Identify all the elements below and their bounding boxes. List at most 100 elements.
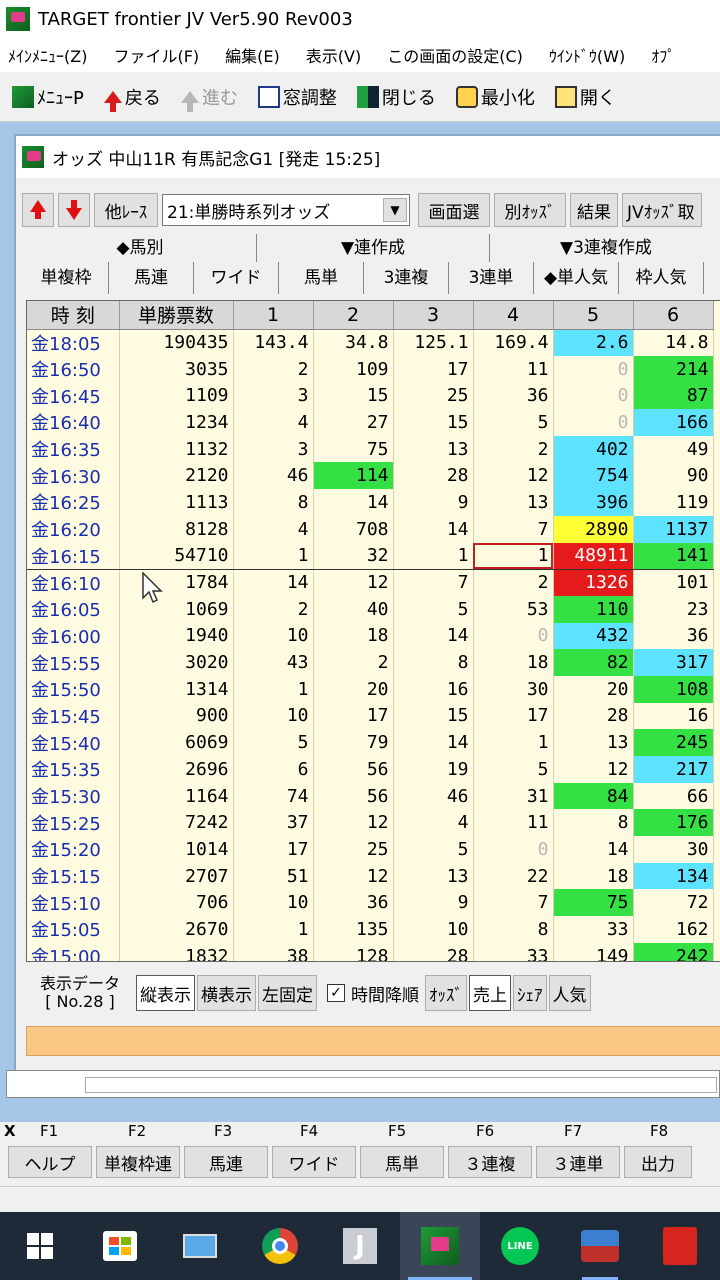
odds-cell[interactable]: 5 xyxy=(233,729,314,756)
odds-cell[interactable]: 169.4 xyxy=(473,329,554,356)
odds-cell[interactable]: 1 xyxy=(233,542,314,570)
odds-cell[interactable]: 51 xyxy=(233,862,314,890)
table-row[interactable]: 金16:00 1940 10 18 14 0 432 36 xyxy=(27,622,714,650)
odds-cell[interactable]: 1 xyxy=(473,542,554,570)
votes-cell[interactable]: 1132 xyxy=(119,435,234,463)
odds-cell[interactable]: 17 xyxy=(233,836,314,863)
start-button[interactable] xyxy=(0,1212,80,1280)
fkey-tanpuku-button[interactable]: 単複枠連 xyxy=(96,1146,180,1178)
votes-cell[interactable]: 1069 xyxy=(119,595,234,623)
column-header[interactable]: 3 xyxy=(393,301,474,330)
odds-cell[interactable]: 4 xyxy=(393,809,474,837)
votes-cell[interactable]: 3035 xyxy=(119,355,234,383)
odds-cell[interactable]: 432 xyxy=(553,622,634,650)
menu-view[interactable]: 表示(V) xyxy=(306,43,361,67)
odds-cell[interactable]: 101 xyxy=(633,569,714,596)
column-header[interactable]: 6 xyxy=(633,301,714,330)
votes-cell[interactable]: 1234 xyxy=(119,409,234,436)
taskbar-pdf[interactable] xyxy=(640,1212,720,1280)
taskbar-pilot[interactable] xyxy=(560,1212,640,1280)
table-row[interactable]: 金16:20 8128 4 708 14 7 2890 1137 xyxy=(27,515,714,543)
odds-cell[interactable]: 75 xyxy=(313,435,394,463)
column-header[interactable]: 単勝票数 xyxy=(119,301,234,330)
odds-cell[interactable]: 28 xyxy=(393,462,474,490)
fkey-umaren-button[interactable]: 馬連 xyxy=(184,1146,268,1178)
window-adjust-button[interactable]: 窓調整 xyxy=(257,84,337,110)
votes-cell[interactable]: 190435 xyxy=(119,329,234,356)
odds-cell[interactable]: 4 xyxy=(233,409,314,436)
odds-cell[interactable]: 4 xyxy=(233,515,314,543)
votes-cell[interactable]: 1784 xyxy=(119,569,234,596)
odds-cell[interactable]: 125.1 xyxy=(393,329,474,356)
odds-type-select[interactable]: 21:単勝時系列オッズ ▼ xyxy=(162,194,410,226)
group-by-horse[interactable]: ◆馬別 xyxy=(24,234,257,262)
odds-cell[interactable]: 16 xyxy=(393,675,474,703)
odds-cell[interactable]: 8 xyxy=(553,809,634,837)
prev-race-button[interactable] xyxy=(22,193,54,227)
odds-cell[interactable]: 402 xyxy=(553,435,634,463)
odds-cell[interactable]: 2890 xyxy=(553,515,634,543)
votes-cell[interactable]: 1940 xyxy=(119,622,234,650)
odds-cell[interactable]: 13 xyxy=(393,862,474,890)
odds-cell[interactable]: 14 xyxy=(393,622,474,650)
taskbar-store[interactable] xyxy=(80,1212,160,1280)
votes-cell[interactable]: 1014 xyxy=(119,836,234,863)
odds-cell[interactable]: 16 xyxy=(633,702,714,730)
odds-cell[interactable]: 10 xyxy=(233,702,314,730)
odds-cell[interactable]: 14.8 xyxy=(633,329,714,356)
odds-cell[interactable]: 245 xyxy=(633,729,714,756)
table-row[interactable]: 金15:45 900 10 17 15 17 28 16 xyxy=(27,702,714,730)
odds-cell[interactable]: 12 xyxy=(313,809,394,837)
odds-cell[interactable]: 149 xyxy=(553,942,634,961)
menu-edit[interactable]: 編集(E) xyxy=(225,43,280,67)
odds-cell[interactable]: 37 xyxy=(233,809,314,837)
odds-cell[interactable]: 7 xyxy=(473,515,554,543)
votes-cell[interactable]: 6069 xyxy=(119,729,234,756)
odds-cell[interactable]: 90 xyxy=(633,462,714,490)
odds-cell[interactable]: 11 xyxy=(473,809,554,837)
odds-cell[interactable]: 242 xyxy=(633,942,714,961)
odds-cell[interactable]: 143.4 xyxy=(233,329,314,356)
odds-cell[interactable]: 25 xyxy=(393,382,474,410)
odds-cell[interactable]: 217 xyxy=(633,756,714,783)
odds-cell[interactable]: 2 xyxy=(233,355,314,383)
votes-cell[interactable]: 900 xyxy=(119,702,234,730)
odds-cell[interactable]: 38 xyxy=(233,942,314,961)
odds-cell[interactable]: 12 xyxy=(553,756,634,783)
popularity-mode-button[interactable]: 人気 xyxy=(548,975,591,1011)
odds-cell[interactable]: 128 xyxy=(313,942,394,961)
back-button[interactable]: 戻る xyxy=(103,84,161,112)
fix-left-button[interactable]: 左固定 xyxy=(258,975,317,1011)
menu-main[interactable]: ﾒｲﾝﾒﾆｭｰ(Z) xyxy=(8,43,87,67)
odds-cell[interactable]: 25 xyxy=(313,836,394,863)
odds-cell[interactable]: 15 xyxy=(393,702,474,730)
table-row[interactable]: 金16:50 3035 2 109 17 11 0 214 xyxy=(27,355,714,383)
taskbar-this-pc[interactable] xyxy=(160,1212,240,1280)
odds-cell[interactable]: 2 xyxy=(473,435,554,463)
odds-cell[interactable]: 75 xyxy=(553,889,634,917)
chevron-down-icon[interactable]: ▼ xyxy=(383,198,407,222)
odds-cell[interactable]: 19 xyxy=(393,756,474,783)
group-trio-create[interactable]: ▼3連複作成 xyxy=(490,234,720,262)
odds-grid[interactable]: 時 刻単勝票数 1 2 3 4 5 6 金18:05 190435 143.4 34.8 125.1… xyxy=(26,300,720,962)
odds-cell[interactable]: 33 xyxy=(473,942,554,961)
menu-p-button[interactable]: ﾒﾆｭｰP xyxy=(12,84,84,110)
jv-odds-button[interactable]: JVｵｯｽﾞ取 xyxy=(622,193,702,227)
odds-cell[interactable]: 18 xyxy=(313,622,394,650)
odds-cell[interactable]: 1 xyxy=(233,916,314,943)
odds-cell[interactable]: 134 xyxy=(633,862,714,890)
share-mode-button[interactable]: ｼｪｱ xyxy=(513,975,547,1011)
odds-cell[interactable]: 14 xyxy=(393,515,474,543)
odds-cell[interactable]: 3 xyxy=(233,435,314,463)
odds-cell[interactable]: 49 xyxy=(633,435,714,463)
odds-cell[interactable]: 36 xyxy=(633,622,714,650)
odds-cell[interactable]: 166 xyxy=(633,409,714,436)
tab-waku-ninki[interactable]: 枠人気 xyxy=(619,262,704,294)
odds-cell[interactable]: 5 xyxy=(473,756,554,783)
fkey-umatan-button[interactable]: 馬単 xyxy=(360,1146,444,1178)
odds-cell[interactable]: 3 xyxy=(233,382,314,410)
taskbar-j-app[interactable]: J xyxy=(320,1212,400,1280)
result-button[interactable]: 結果 xyxy=(570,193,618,227)
odds-cell[interactable]: 110 xyxy=(553,595,634,623)
odds-cell[interactable]: 15 xyxy=(393,409,474,436)
